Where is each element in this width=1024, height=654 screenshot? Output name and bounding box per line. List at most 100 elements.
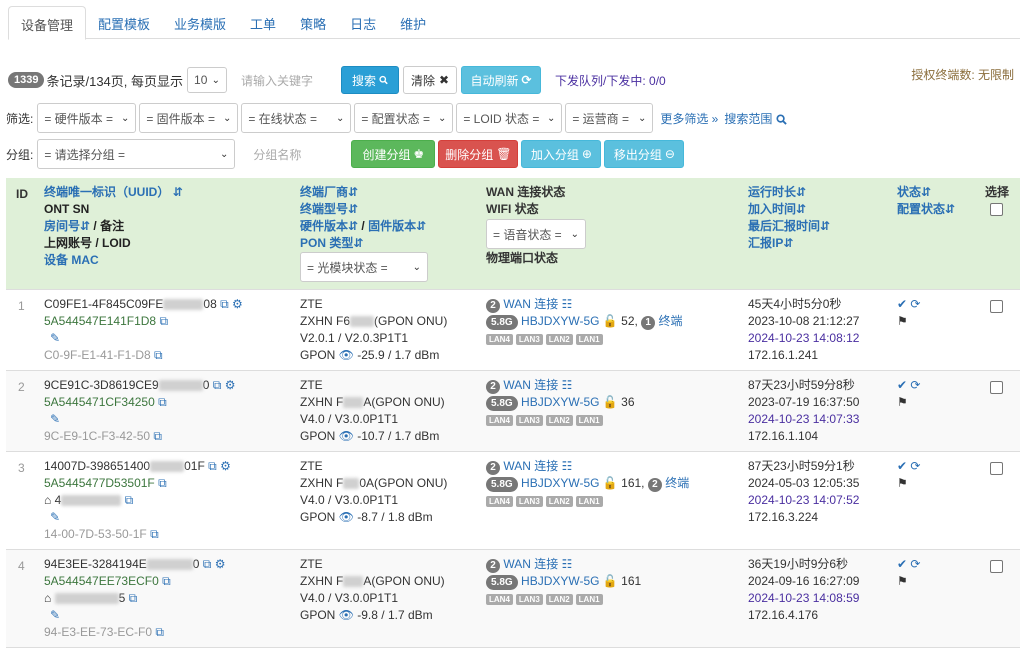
copy-icon[interactable]: ⧉ [203, 557, 212, 571]
search-range-link[interactable]: 搜索范围 [724, 110, 787, 127]
tab-log[interactable]: 日志 [338, 6, 388, 39]
clear-button[interactable]: 清除 ✖ [403, 66, 458, 94]
tab-policy[interactable]: 策略 [288, 6, 338, 39]
copy-icon[interactable]: ⧉ [158, 395, 167, 409]
copy-icon[interactable]: ⧉ [208, 459, 217, 473]
wan-link[interactable]: WAN 连接 [503, 297, 558, 311]
sort-report-ip[interactable]: 汇报IP [748, 236, 783, 250]
copy-icon[interactable]: ⧉ [213, 378, 222, 392]
ssid-link[interactable]: HBJDXYW-5G [521, 395, 599, 409]
row-checkbox[interactable] [990, 381, 1003, 394]
gear-icon[interactable]: ⚙ [232, 297, 243, 311]
group-name-input[interactable]: 分组名称 [245, 140, 349, 168]
tab-config-template[interactable]: 配置模板 [86, 6, 162, 39]
copy-icon[interactable]: ⧉ [158, 476, 167, 490]
group-select[interactable]: = 请选择分组 = ⌄ [37, 139, 236, 169]
carrier-select[interactable]: = 运营商 = ⌄ [565, 103, 654, 133]
sort-fw-version[interactable]: 固件版本 [368, 219, 416, 233]
sync-icon[interactable]: ⟳ [910, 378, 920, 392]
sitemap-icon[interactable]: ☷ [562, 459, 573, 473]
sitemap-icon[interactable]: ☷ [562, 297, 573, 311]
edit-icon[interactable]: ✎ [50, 412, 60, 426]
sync-icon[interactable]: ⟳ [910, 297, 920, 311]
flag-icon: ⚑ [897, 314, 908, 328]
sync-icon[interactable]: ⟳ [910, 557, 920, 571]
row-checkbox[interactable] [990, 300, 1003, 313]
autorefresh-button[interactable]: 自动刷新 ⟳ [461, 66, 542, 94]
port-lan4: LAN4 [486, 415, 513, 426]
sort-room[interactable]: 房间号 [44, 219, 80, 233]
eye-icon[interactable]: 👁 [339, 348, 354, 362]
search-input[interactable]: 请输入关键字 [233, 66, 339, 94]
sort-model[interactable]: 终端型号 [300, 202, 348, 216]
table-row: 2 9CE91C-3D8619CE9 0 ⧉ ⚙ 5A5445471CF34250… [6, 371, 1020, 452]
row-checkbox[interactable] [990, 462, 1003, 475]
select-value: = 请选择分组 = [44, 147, 126, 162]
copy-icon[interactable]: ⧉ [154, 348, 163, 362]
gear-icon[interactable]: ⚙ [225, 378, 236, 392]
status-cell: ✔ ⟳ ⚑ [897, 377, 920, 411]
hardware-version-select[interactable]: = 硬件版本 = ⌄ [37, 103, 137, 133]
online-status-select[interactable]: = 在线状态 = ⌄ [241, 103, 352, 133]
copy-icon[interactable]: ⧉ [155, 625, 164, 639]
wan-link[interactable]: WAN 连接 [503, 459, 558, 473]
sort-vendor[interactable]: 终端厂商 [300, 185, 348, 199]
copy-icon[interactable]: ⧉ [162, 574, 171, 588]
remove-group-button[interactable]: 移出分组 ⊖ [604, 140, 685, 168]
more-filters-link[interactable]: 更多筛选 » [660, 110, 718, 127]
tab-service-template[interactable]: 业务模版 [162, 6, 238, 39]
gear-icon[interactable]: ⚙ [220, 459, 231, 473]
copy-icon[interactable]: ⧉ [129, 591, 138, 605]
sort-hw-version[interactable]: 硬件版本 [300, 219, 348, 233]
loid-status-select[interactable]: = LOID 状态 = ⌄ [456, 103, 563, 133]
join-group-button[interactable]: 加入分组 ⊕ [521, 140, 602, 168]
ssid-link[interactable]: HBJDXYW-5G [521, 314, 599, 328]
sync-icon[interactable]: ⟳ [910, 459, 920, 473]
delete-group-button[interactable]: 删除分组 🗑 [438, 140, 519, 168]
edit-icon[interactable]: ✎ [50, 510, 60, 524]
ssid-link[interactable]: HBJDXYW-5G [521, 476, 599, 490]
chevron-down-icon: ⌄ [222, 113, 232, 124]
sort-uptime[interactable]: 运行时长 [748, 185, 796, 199]
page-size-select[interactable]: 10 ⌄ [187, 67, 228, 93]
edit-icon[interactable]: ✎ [50, 608, 60, 622]
tab-work-order[interactable]: 工单 [238, 6, 288, 39]
config-status-select[interactable]: = 配置状态 = ⌄ [354, 103, 454, 133]
voice-status-select[interactable]: = 语音状态 = ⌄ [486, 219, 586, 249]
eye-icon[interactable]: 👁 [339, 429, 354, 443]
terminal-link[interactable]: 终端 [665, 476, 689, 490]
copy-icon[interactable]: ⧉ [150, 527, 159, 541]
copy-icon[interactable]: ⧉ [159, 314, 168, 328]
eye-icon[interactable]: 👁 [339, 608, 354, 622]
sort-last-report[interactable]: 最后汇报时间 [748, 219, 820, 233]
ssid-link[interactable]: HBJDXYW-5G [521, 574, 599, 588]
terminal-link[interactable]: 终端 [659, 314, 683, 328]
chevron-down-icon: ⌄ [412, 262, 421, 273]
sort-joined[interactable]: 加入时间 [748, 202, 796, 216]
tab-device-management[interactable]: 设备管理 [8, 6, 87, 40]
wan-link[interactable]: WAN 连接 [503, 378, 558, 392]
row-checkbox[interactable] [990, 560, 1003, 573]
create-group-button[interactable]: 创建分组 ♚ [351, 140, 436, 168]
copy-icon[interactable]: ⧉ [220, 297, 229, 311]
clear-button-label: 清除 [410, 73, 435, 88]
sort-mac[interactable]: 设备 MAC [44, 252, 183, 269]
sort-pon-type[interactable]: PON 类型 [300, 236, 353, 250]
sitemap-icon[interactable]: ☷ [562, 378, 573, 392]
edit-icon[interactable]: ✎ [50, 331, 60, 345]
copy-icon[interactable]: ⧉ [153, 429, 162, 443]
copy-icon[interactable]: ⧉ [125, 493, 134, 507]
sitemap-icon[interactable]: ☷ [562, 557, 573, 571]
eye-icon[interactable]: 👁 [339, 510, 354, 524]
select-all-checkbox[interactable] [990, 203, 1003, 216]
sort-uuid[interactable]: 终端唯一标识（UUID） [44, 185, 169, 199]
optic-status-select[interactable]: = 光模块状态 = ⌄ [300, 252, 428, 282]
tab-maintenance[interactable]: 维护 [388, 6, 438, 39]
firmware-version-select[interactable]: = 固件版本 = ⌄ [139, 103, 239, 133]
search-button[interactable]: 搜索 [341, 66, 400, 94]
sort-config-status[interactable]: 配置状态 [897, 202, 945, 216]
sort-status[interactable]: 状态 [897, 185, 921, 199]
group-row: 分组: = 请选择分组 = ⌄ 分组名称 创建分组 ♚ 删除分组 🗑 加入分组 ⊕ 移出… [6, 139, 685, 169]
gear-icon[interactable]: ⚙ [215, 557, 226, 571]
wan-link[interactable]: WAN 连接 [503, 557, 558, 571]
